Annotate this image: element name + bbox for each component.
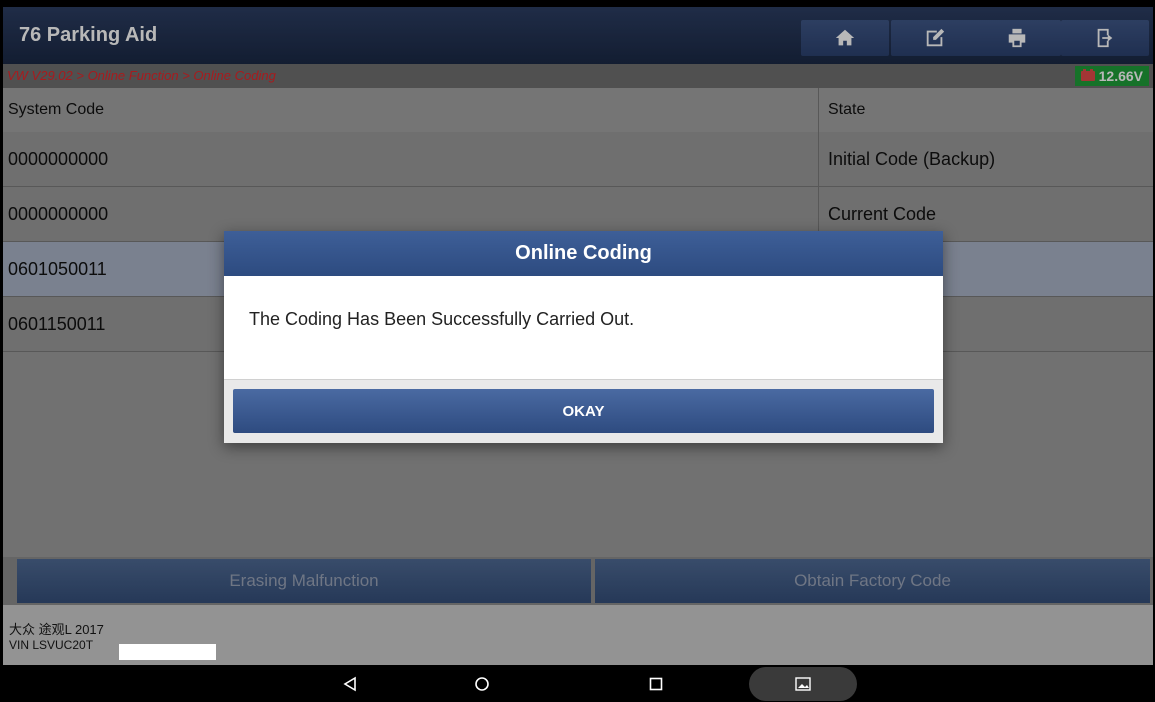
back-triangle-icon — [343, 676, 356, 691]
dialog-footer: OKAY — [224, 379, 943, 443]
vehicle-vin: VIN LSVUC20T — [9, 638, 94, 652]
device-frame: 76 Parking Aid VW V29.02 > Online Functi… — [0, 0, 1155, 702]
nav-home-button[interactable] — [462, 665, 502, 702]
screenshot-icon — [795, 677, 811, 691]
dialog-message: The Coding Has Been Successfully Carried… — [249, 309, 635, 329]
system-navigation-bar — [0, 665, 1155, 702]
vin-redaction — [119, 644, 216, 660]
nav-recents-button[interactable] — [636, 665, 676, 702]
online-coding-dialog: Online Coding The Coding Has Been Succes… — [224, 231, 943, 443]
vehicle-model: 大众 途观L 2017 — [9, 622, 104, 637]
okay-button[interactable]: OKAY — [233, 389, 934, 433]
home-circle-icon — [475, 676, 489, 691]
vehicle-info-bar: 大众 途观L 2017 VIN LSVUC20T — [3, 605, 1153, 665]
screenshot-pill[interactable] — [749, 667, 857, 701]
dialog-title: Online Coding — [224, 231, 943, 276]
nav-back-button[interactable] — [330, 665, 370, 702]
recents-square-icon — [649, 677, 663, 690]
